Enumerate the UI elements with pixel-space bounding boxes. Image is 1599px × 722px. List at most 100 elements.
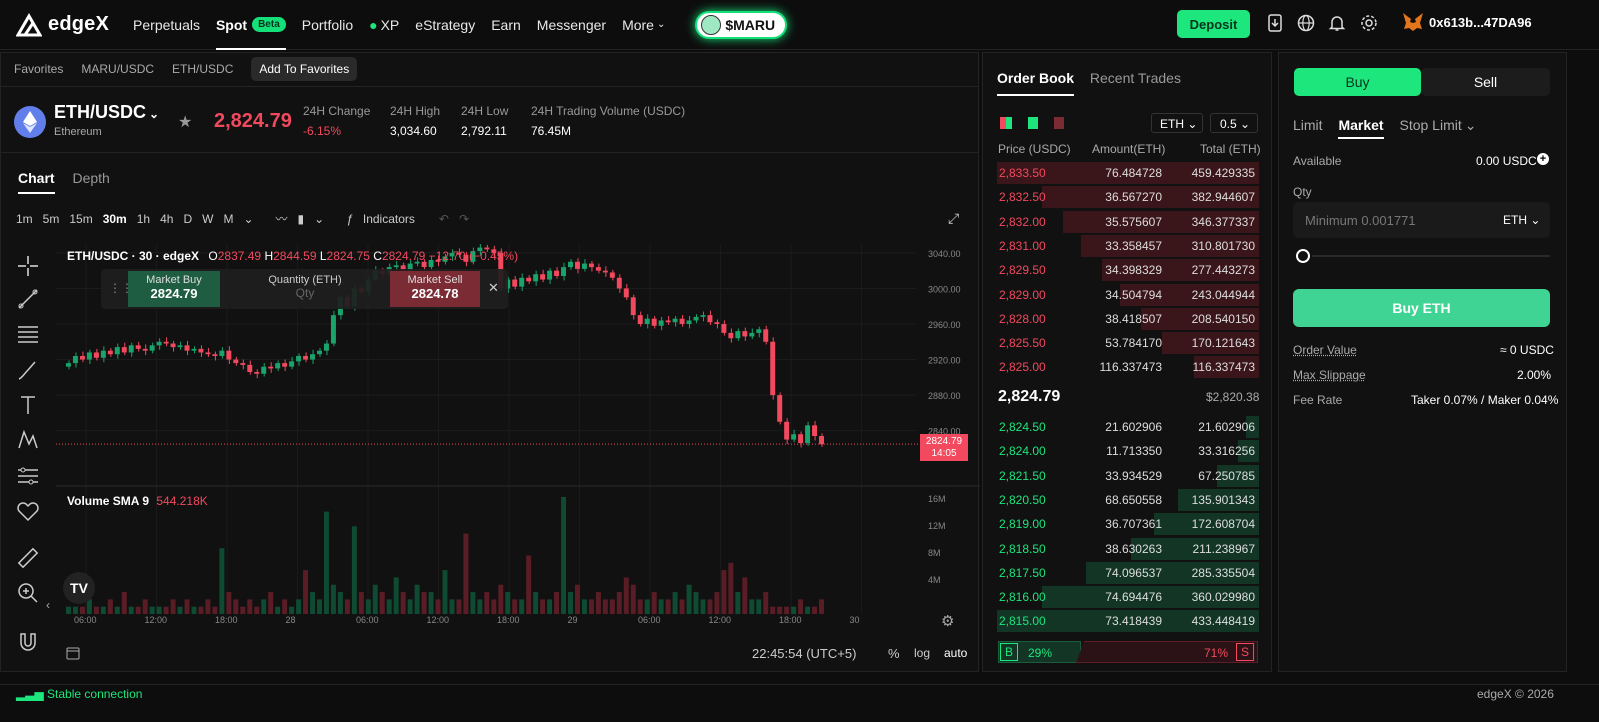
line-chart-type-icon[interactable]: 〰 bbox=[276, 210, 288, 227]
nav-estrategy[interactable]: eStrategy bbox=[415, 0, 475, 50]
nav-more[interactable]: More ⌄ bbox=[622, 0, 665, 50]
tab-chart[interactable]: Chart bbox=[18, 170, 55, 194]
fullscreen-icon[interactable]: ⤢ bbox=[948, 210, 959, 227]
globe-icon[interactable] bbox=[1297, 14, 1315, 32]
tf-1m[interactable]: 1m bbox=[16, 212, 33, 226]
nav-spot[interactable]: Spot Beta bbox=[215, 0, 286, 50]
bell-icon[interactable] bbox=[1328, 14, 1346, 32]
brush-icon[interactable] bbox=[16, 358, 40, 382]
log-scale-toggle[interactable]: log bbox=[914, 646, 930, 660]
qty-unit-select[interactable]: ETH ⌄ bbox=[1503, 213, 1540, 227]
ask-row[interactable]: 2,825.00 116.337473 116.337473 bbox=[997, 355, 1259, 379]
settings-gear-icon[interactable] bbox=[1360, 14, 1378, 32]
nav-perpetuals[interactable]: Perpetuals bbox=[133, 0, 200, 50]
redo-icon[interactable]: ↷ bbox=[459, 212, 469, 226]
tf-w[interactable]: W bbox=[202, 212, 213, 226]
max-slippage-value[interactable]: 2.00% bbox=[1517, 368, 1551, 382]
wallet-address-button[interactable]: 0x613b...47DA96 bbox=[1402, 12, 1532, 32]
undo-icon[interactable]: ↶ bbox=[439, 212, 449, 226]
tradingview-logo-icon[interactable]: TV bbox=[63, 572, 95, 604]
ask-row[interactable]: 2,829.50 34.398329 277.443273 bbox=[997, 258, 1259, 282]
market-sell-button[interactable]: Market Sell 2824.78 bbox=[390, 271, 480, 307]
zoom-in-icon[interactable] bbox=[16, 581, 40, 605]
max-slippage-label[interactable]: Max Slippage bbox=[1293, 368, 1366, 382]
nav-portfolio[interactable]: Portfolio bbox=[302, 0, 353, 50]
tab-recent-trades[interactable]: Recent Trades bbox=[1090, 70, 1181, 86]
add-to-favorites-button[interactable]: Add To Favorites bbox=[251, 57, 358, 81]
order-type-limit[interactable]: Limit bbox=[1293, 117, 1323, 133]
tf-1h[interactable]: 1h bbox=[137, 212, 150, 226]
horizontal-lines-icon[interactable] bbox=[16, 322, 40, 346]
collapse-toolbar-icon[interactable]: ‹ bbox=[46, 598, 50, 612]
tab-order-book[interactable]: Order Book bbox=[997, 70, 1075, 96]
close-icon[interactable]: ✕ bbox=[488, 280, 499, 296]
bid-row[interactable]: 2,815.00 73.418439 433.448419 bbox=[997, 609, 1259, 633]
pair-selector[interactable]: ETH/USDC ⌄ bbox=[54, 102, 159, 123]
ask-row[interactable]: 2,825.50 53.784170 170.121643 bbox=[997, 331, 1259, 355]
tf-30m[interactable]: 30m bbox=[103, 212, 127, 226]
fav-eth-usdc[interactable]: ETH/USDC bbox=[172, 62, 233, 76]
quick-qty-field[interactable]: Quantity (ETH) Qty bbox=[220, 271, 390, 307]
pattern-tool-icon[interactable] bbox=[16, 428, 40, 452]
indicators-button[interactable]: Indicators bbox=[363, 212, 415, 226]
edgex-logo[interactable]: edgeX bbox=[16, 12, 109, 37]
fav-maru-usdc[interactable]: MARU/USDC bbox=[81, 62, 154, 76]
tf-4h[interactable]: 4h bbox=[160, 212, 173, 226]
trend-line-icon[interactable] bbox=[16, 287, 40, 311]
order-type-stop-limit[interactable]: Stop Limit bbox=[1399, 117, 1461, 133]
ask-row[interactable]: 2,828.00 38.418507 208.540150 bbox=[997, 307, 1259, 331]
qty-input[interactable]: Minimum 0.001771 ETH ⌄ bbox=[1293, 202, 1550, 238]
buy-eth-button[interactable]: Buy ETH bbox=[1293, 289, 1550, 327]
tf-d[interactable]: D bbox=[183, 212, 192, 226]
percent-scale-toggle[interactable]: % bbox=[888, 646, 900, 661]
ask-row[interactable]: 2,831.00 33.358457 310.801730 bbox=[997, 234, 1259, 258]
bid-row[interactable]: 2,818.50 38.630263 211.238967 bbox=[997, 537, 1259, 561]
add-funds-plus-icon[interactable]: + bbox=[1537, 153, 1549, 165]
book-view-both-icon[interactable] bbox=[1000, 117, 1012, 129]
text-tool-icon[interactable] bbox=[16, 393, 40, 417]
bid-row[interactable]: 2,824.50 21.602906 21.602906 bbox=[997, 415, 1259, 439]
crosshair-icon[interactable] bbox=[16, 254, 40, 278]
tf-5m[interactable]: 5m bbox=[43, 212, 60, 226]
calendar-icon[interactable] bbox=[66, 646, 80, 660]
market-buy-button[interactable]: Market Buy 2824.79 bbox=[128, 271, 220, 307]
sell-tab[interactable]: Sell bbox=[1421, 68, 1550, 96]
bid-row[interactable]: 2,819.00 36.707361 172.608704 bbox=[997, 512, 1259, 536]
ask-row[interactable]: 2,829.00 34.504794 243.044944 bbox=[997, 283, 1259, 307]
order-type-market[interactable]: Market bbox=[1338, 117, 1384, 139]
bid-row[interactable]: 2,817.50 74.096537 285.335504 bbox=[997, 561, 1259, 585]
chart-clock[interactable]: 22:45:54 (UTC+5) bbox=[752, 646, 856, 661]
download-icon[interactable] bbox=[1266, 14, 1284, 32]
chevron-down-icon[interactable]: ⌄ bbox=[1465, 117, 1477, 133]
amount-slider-handle[interactable] bbox=[1296, 249, 1310, 263]
forecast-tool-icon[interactable] bbox=[16, 464, 40, 488]
favorites-tab[interactable]: Favorites bbox=[14, 62, 63, 76]
favorite-star-icon[interactable]: ★ bbox=[178, 112, 192, 132]
chevron-down-icon[interactable]: ⌄ bbox=[314, 212, 324, 226]
nav-earn[interactable]: Earn bbox=[491, 0, 521, 50]
book-step-select[interactable]: 0.5 ⌄ bbox=[1210, 113, 1258, 133]
tf-15m[interactable]: 15m bbox=[69, 212, 92, 226]
bid-row[interactable]: 2,824.00 11.713350 33.316256 bbox=[997, 439, 1259, 463]
nav-messenger[interactable]: Messenger bbox=[537, 0, 606, 50]
chart-settings-gear-icon[interactable]: ⚙ bbox=[941, 612, 954, 630]
tab-depth[interactable]: Depth bbox=[72, 170, 109, 186]
bid-row[interactable]: 2,820.50 68.650558 135.901343 bbox=[997, 488, 1259, 512]
magnet-icon[interactable] bbox=[16, 630, 40, 654]
maru-token-button[interactable]: $MARU bbox=[695, 10, 788, 39]
nav-xp[interactable]: ● XP bbox=[369, 0, 399, 50]
book-view-bids-icon[interactable] bbox=[1028, 117, 1038, 129]
amount-slider-track[interactable] bbox=[1312, 255, 1550, 257]
ask-row[interactable]: 2,832.00 35.575607 346.377337 bbox=[997, 210, 1259, 234]
heart-icon[interactable] bbox=[16, 499, 40, 523]
book-asset-select[interactable]: ETH ⌄ bbox=[1151, 113, 1203, 133]
ask-row[interactable]: 2,833.50 76.484728 459.429335 bbox=[997, 161, 1259, 185]
book-view-asks-icon[interactable] bbox=[1054, 117, 1064, 129]
auto-scale-toggle[interactable]: auto bbox=[944, 646, 967, 660]
chevron-down-icon[interactable]: ⌄ bbox=[243, 212, 253, 226]
bid-row[interactable]: 2,821.50 33.934529 67.250785 bbox=[997, 464, 1259, 488]
buy-tab[interactable]: Buy bbox=[1294, 68, 1421, 96]
candlestick-type-icon[interactable]: ▮ bbox=[298, 212, 305, 226]
bid-row[interactable]: 2,816.00 74.694476 360.029980 bbox=[997, 585, 1259, 609]
tf-m[interactable]: M bbox=[223, 212, 233, 226]
